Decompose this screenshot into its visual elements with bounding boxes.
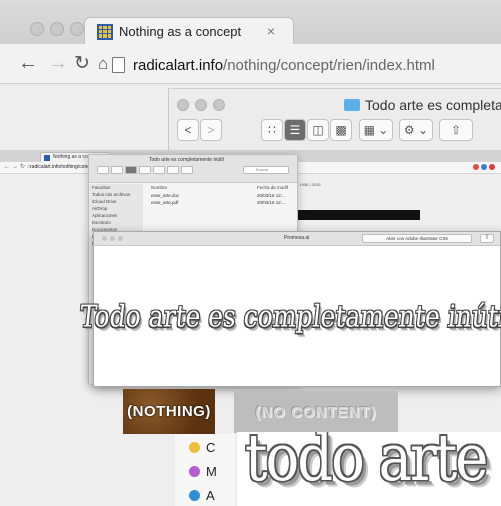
nested-nav-icons: ←→↻⌂ xyxy=(4,164,33,170)
window-zoom-light[interactable] xyxy=(70,22,84,36)
browser-toolbar: ← → ↻ ⌂ radicalart.info/nothing/concept/… xyxy=(0,44,501,84)
page-icon xyxy=(112,57,125,73)
finder-minimize-light[interactable] xyxy=(195,99,207,111)
browser-tabstrip: Nothing as a concept × xyxy=(0,0,501,45)
file-row-date: 20/03/16 12:... xyxy=(257,193,286,198)
no-content-label: (NO CONTENT) xyxy=(255,403,377,421)
file-row-date: 20/03/16 12:... xyxy=(257,200,286,205)
folder-icon xyxy=(344,99,360,111)
sidebar-item: Todos mis archivos xyxy=(92,192,131,197)
legend-item: C xyxy=(189,440,215,455)
nested-finder-search: Buscar xyxy=(243,166,289,174)
arrange-menu-icon[interactable]: ▦ ⌄ xyxy=(359,119,393,141)
nested-finder-title: Todo arte es completamente inútil xyxy=(149,157,224,163)
preview-window: Promesa.ai Abrir con Adobe Illustrator C… xyxy=(78,231,501,387)
tab-title: Nothing as a concept xyxy=(119,24,242,39)
legend-item: A xyxy=(189,488,215,503)
sidebar-item: Aplicaciones xyxy=(92,213,118,218)
address-bar[interactable]: radicalart.info/nothing/concept/rien/ind… xyxy=(112,52,501,78)
legend-label: A xyxy=(206,488,215,503)
legend-label: C xyxy=(206,440,216,455)
legend-label: M xyxy=(206,464,217,479)
file-row-name: esse_arte.doc xyxy=(151,193,180,198)
column-header-name: Nombre xyxy=(151,185,168,190)
sidebar-item: Escritorio xyxy=(92,220,111,225)
nested-finder-buttons xyxy=(97,166,193,174)
forward-arrow-icon[interactable]: → xyxy=(48,52,68,75)
legend-dot xyxy=(189,466,200,477)
home-icon[interactable]: ⌂ xyxy=(98,54,108,74)
view-coverflow-icon[interactable]: ▩ xyxy=(330,119,352,141)
file-row-name: esse_arte.pdf xyxy=(151,200,179,205)
preview-artwork: Todo arte es completamente inútil xyxy=(78,246,501,386)
url-host: radicalart.info xyxy=(133,56,224,74)
finder-close-light[interactable] xyxy=(177,99,189,111)
view-icons-icon[interactable]: ∷ xyxy=(261,119,283,141)
legend-dot xyxy=(189,490,200,501)
view-columns-icon[interactable]: ◫ xyxy=(307,119,329,141)
preview-titlebar: Promesa.ai Abrir con Adobe Illustrator C… xyxy=(94,232,500,246)
legend-dot xyxy=(189,442,200,453)
finder-back-button[interactable]: < xyxy=(177,119,199,141)
no-content-thumbnail[interactable]: (NO CONTENT) xyxy=(234,391,398,433)
action-gear-icon[interactable]: ⚙ ⌄ xyxy=(399,119,433,141)
share-icon[interactable]: ⇧ xyxy=(480,234,494,243)
big-outline-text: todo arte xyxy=(245,432,488,496)
window-minimize-light[interactable] xyxy=(50,22,64,36)
nested-extension-icons xyxy=(473,164,495,170)
finder-zoom-light[interactable] xyxy=(213,99,225,111)
nothing-label: (NOTHING) xyxy=(127,403,211,420)
url-path: /nothing/concept/rien/index.html xyxy=(223,56,435,74)
finder-title-text: Todo arte es completan xyxy=(365,97,501,113)
back-arrow-icon[interactable]: ← xyxy=(18,52,38,75)
preview-title: Promesa.ai xyxy=(284,235,310,241)
browser-tab[interactable]: Nothing as a concept × xyxy=(84,17,294,45)
sidebar-item: AirDrop xyxy=(92,206,108,211)
view-list-icon[interactable]: ☰ xyxy=(284,119,306,141)
sidebar-item: Favoritos xyxy=(92,185,111,190)
share-icon[interactable]: ⇧ xyxy=(439,119,473,141)
sidebar-item: iCloud Drive xyxy=(92,199,117,204)
big-text-panel: todo arte xyxy=(237,432,501,506)
column-header-date: Fecha de modif xyxy=(257,185,289,190)
preview-traffic-lights xyxy=(102,236,123,241)
nothing-thumbnail[interactable]: (NOTHING) xyxy=(123,389,215,434)
preview-art-text: Todo arte es completamente inútil xyxy=(78,298,501,334)
favicon-icon xyxy=(97,23,113,40)
finder-window: Todo arte es completan < > ∷ ☰ ◫ ▩ ▦ ⌄ ⚙… xyxy=(168,88,501,158)
color-legend: C M A xyxy=(175,434,235,506)
legend-item: M xyxy=(189,464,217,479)
window-close-light[interactable] xyxy=(30,22,44,36)
open-with-button[interactable]: Abrir con Adobe Illustrator CS6 xyxy=(362,234,472,243)
nested-finder-toolbar: Todo arte es completamente inútil Buscar xyxy=(89,155,297,183)
finder-title: Todo arte es completan xyxy=(344,97,501,113)
tab-close-icon[interactable]: × xyxy=(267,23,275,39)
reload-icon[interactable]: ↻ xyxy=(74,52,90,75)
finder-forward-button[interactable]: > xyxy=(200,119,222,141)
